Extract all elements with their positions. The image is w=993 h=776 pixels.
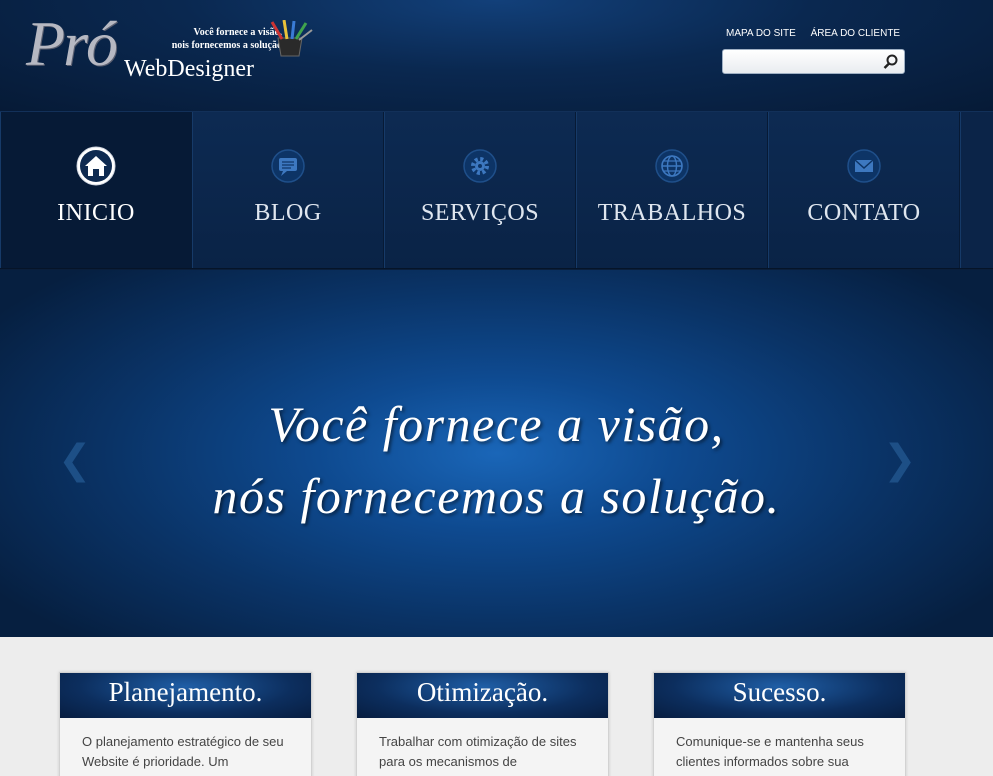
hero-line-1: Você fornece a visão, (268, 396, 725, 452)
client-area-link[interactable]: ÁREA DO CLIENTE (811, 28, 900, 39)
nav-label: TRABALHOS (597, 200, 747, 226)
hero-line-2: nós fornecemos a solução. (212, 468, 781, 524)
site-logo[interactable]: Pró Você fornece a visão, nois fornecemo… (26, 12, 326, 92)
feature-box-sucesso: Sucesso. Comunique-se e mantenha seus cl… (653, 672, 906, 776)
gear-icon (463, 149, 497, 183)
site-map-link[interactable]: MAPA DO SITE (726, 28, 796, 39)
nav-label: INICIO (57, 200, 135, 226)
search-input[interactable] (729, 53, 879, 70)
features-section: Planejamento. O planejamento estratégico… (0, 637, 993, 776)
logo-tagline: Você fornece a visão, nois fornecemos a … (171, 27, 282, 51)
chat-bubble-icon (271, 149, 305, 183)
search-box (722, 49, 905, 74)
nav-item-blog[interactable]: BLOG (192, 112, 384, 268)
feature-text: Trabalhar com otimização de sites para o… (379, 734, 577, 769)
nav-item-trabalhos[interactable]: TRABALHOS (576, 112, 768, 268)
envelope-icon (847, 149, 881, 183)
site-header: Pró Você fornece a visão, nois fornecemo… (0, 0, 993, 112)
feature-text: Comunique-se e mantenha seus clientes in… (676, 734, 864, 769)
logo-mark: Pró (26, 8, 118, 79)
nav-label: BLOG (254, 200, 322, 226)
feature-title: Sucesso. (654, 673, 905, 718)
top-links: MAPA DO SITE ÁREA DO CLIENTE (726, 28, 912, 39)
nav-item-inicio[interactable]: INICIO (0, 112, 192, 268)
nav-item-servicos[interactable]: SERVIÇOS (384, 112, 576, 268)
slider-next-arrow[interactable]: ❯ (883, 440, 917, 480)
pencils-cup-icon (270, 20, 313, 57)
feature-box-planejamento: Planejamento. O planejamento estratégico… (59, 672, 312, 776)
feature-title: Otimização. (357, 673, 608, 718)
nav-item-contato[interactable]: CONTATO (768, 112, 960, 268)
globe-icon (655, 149, 689, 183)
feature-title: Planejamento. (60, 673, 311, 718)
search-icon[interactable] (882, 53, 900, 71)
hero-slider: ❮ Você fornece a visão, nós fornecemos a… (0, 270, 993, 637)
feature-text: O planejamento estratégico de seu Websit… (82, 734, 284, 769)
home-icon (76, 146, 116, 186)
logo-name: WebDesigner (124, 56, 255, 82)
feature-box-otimizacao: Otimização. Trabalhar com otimização de … (356, 672, 609, 776)
main-nav: INICIO BLOG SERVIÇOS TRABALHOS CONTATO (0, 111, 993, 269)
nav-filler (960, 112, 993, 268)
nav-label: CONTATO (807, 200, 921, 226)
nav-label: SERVIÇOS (420, 200, 540, 226)
hero-headline: Você fornece a visão, nós fornecemos a s… (0, 388, 993, 532)
